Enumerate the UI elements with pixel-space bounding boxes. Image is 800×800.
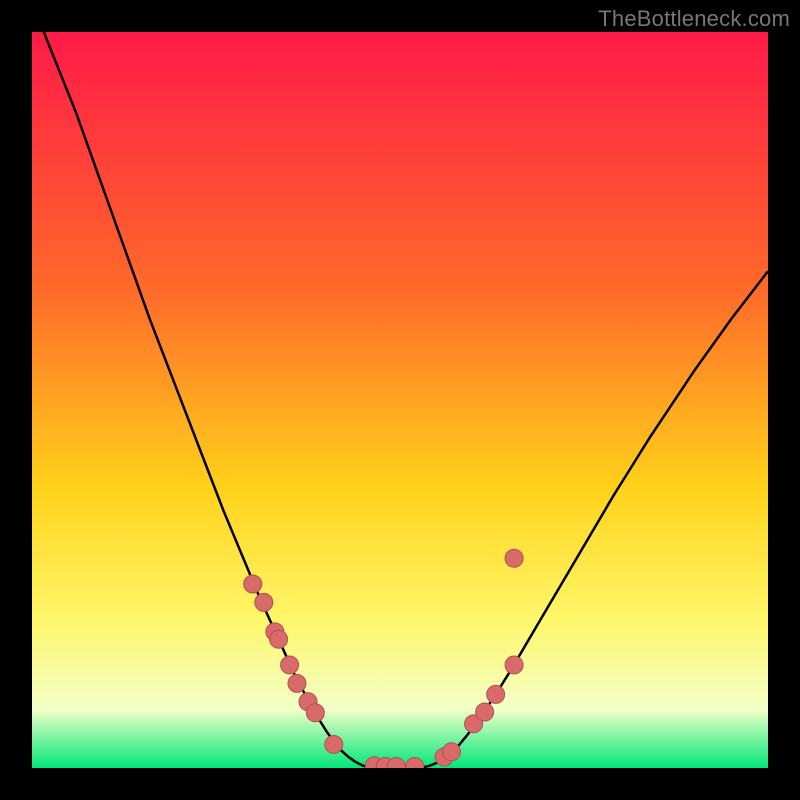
chart-frame: TheBottleneck.com [0,0,800,800]
data-marker [306,704,324,722]
data-marker [487,685,505,703]
data-marker [325,735,343,753]
data-marker [288,674,306,692]
data-marker [255,593,273,611]
chart-svg [32,32,768,768]
gradient-background [32,32,768,768]
data-marker [443,743,461,761]
data-marker [270,630,288,648]
data-marker [244,575,262,593]
attribution-text: TheBottleneck.com [598,6,790,32]
data-marker [505,549,523,567]
data-marker [505,656,523,674]
plot-area [32,32,768,768]
data-marker [476,703,494,721]
data-marker [281,656,299,674]
